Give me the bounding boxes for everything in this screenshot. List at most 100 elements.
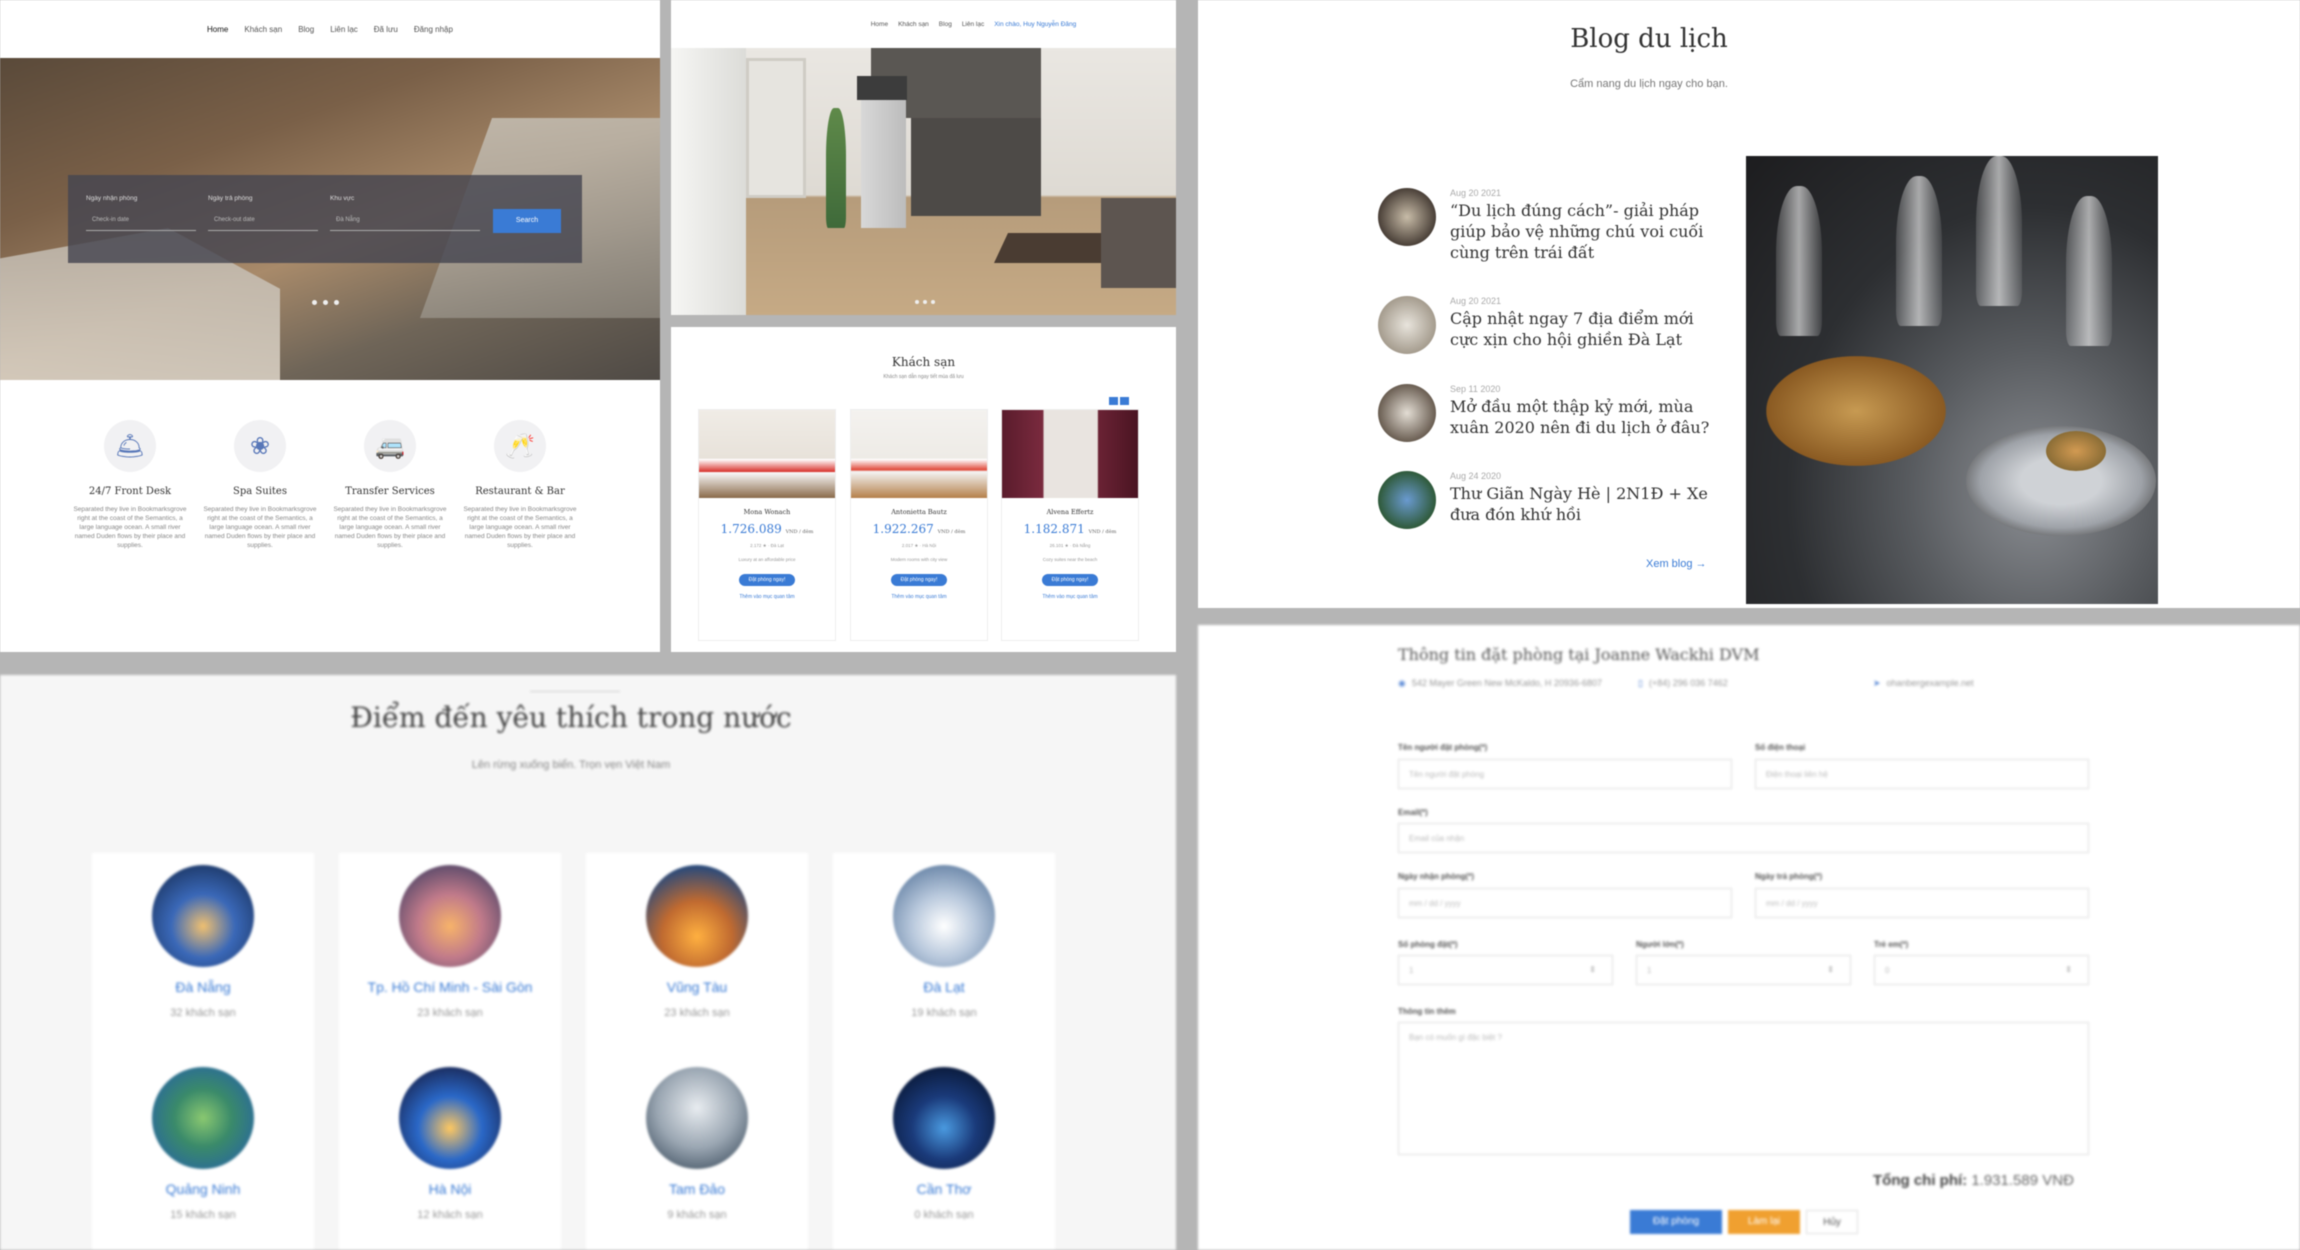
prev-arrow-icon — [1109, 397, 1118, 405]
nav-hotels[interactable]: Khách sạn — [244, 25, 282, 34]
nav-blog[interactable]: Blog — [939, 21, 952, 28]
destination-image — [893, 865, 995, 967]
nav-hotels[interactable]: Khách sạn — [898, 21, 929, 28]
search-button[interactable]: Search — [493, 209, 561, 233]
hotels-title: Khách sạn — [891, 355, 956, 369]
destinations-title: Điểm đến yêu thích trong nước — [350, 701, 792, 734]
total-cost: Tổng chi phí: 1.931.589 VNĐ — [1873, 1172, 2074, 1189]
checkin-label: Ngày nhận phòng — [86, 195, 138, 202]
nav-saved[interactable]: Đã lưu — [374, 25, 398, 34]
room-panel: Home Khách sạn Blog Liên lạc Xin chào, H… — [671, 0, 1176, 315]
nav-login[interactable]: Đăng nhập — [414, 25, 453, 34]
destination-card[interactable]: Đà Nẵng 32 khách sạn — [92, 865, 314, 1019]
area-select[interactable]: Đà Nẵng — [330, 211, 480, 231]
name-input[interactable]: Tên người đặt phòng — [1398, 759, 1732, 789]
nav-home[interactable]: Home — [871, 21, 888, 28]
book-now-button[interactable]: Đặt phòng ngay! — [890, 574, 948, 586]
carousel-arrows[interactable] — [1109, 397, 1129, 405]
blog-post[interactable]: Sep 11 2020 Mở đầu một thập kỷ mới, mùa … — [1378, 384, 1718, 442]
checkout-date-input[interactable]: mm / dd / yyyy — [1755, 888, 2089, 918]
blog-post[interactable]: Aug 20 2021 Cập nhật ngay 7 địa điểm mới… — [1378, 296, 1718, 354]
destination-card[interactable]: Đà Lạt 19 khách sạn — [833, 865, 1055, 1019]
booking-email: ➤ ohanbergexample.net — [1873, 678, 1974, 688]
room-image — [671, 48, 1176, 315]
destinations-subtitle: Lên rừng xuống biển. Trọn vẹn Việt Nam — [471, 759, 671, 771]
blog-post-title[interactable]: Mở đầu một thập kỷ mới, mùa xuân 2020 nê… — [1450, 396, 1718, 438]
booking-title: Thông tin đặt phòng tại Joanne Wackhi DV… — [1398, 645, 1760, 664]
hotel-card[interactable]: Antonietta Bautz 1.922.267 VND / đêm 2.0… — [850, 409, 988, 641]
title-divider — [530, 691, 620, 692]
home-nav: Home Khách sạn Blog Liên lạc Đã lưu Đăng… — [0, 0, 660, 58]
blog-thumbnail — [1378, 384, 1436, 442]
destination-card[interactable]: Tam Đảo 9 khách sạn — [586, 1067, 808, 1221]
nav-user-greeting[interactable]: Xin chào, Huy Nguyễn Đăng — [994, 21, 1076, 28]
phone-input[interactable]: Điện thoại liên hệ — [1755, 759, 2089, 789]
nav-contact[interactable]: Liên lạc — [962, 21, 984, 28]
destination-card[interactable]: Tp. Hồ Chí Minh - Sài Gòn 23 khách sạn — [339, 865, 561, 1019]
destination-image — [646, 1067, 748, 1169]
stepper-arrows-icon: ⇕ — [1827, 965, 1834, 974]
checkin-input[interactable]: Check-in date — [86, 211, 196, 231]
rooms-stepper[interactable]: 1 ⇕ — [1398, 955, 1613, 985]
blog-thumbnail — [1378, 188, 1436, 246]
destination-card[interactable]: Hà Nội 12 khách sạn — [339, 1067, 561, 1221]
spa-icon: ❀ — [234, 420, 286, 472]
email-input[interactable]: Email của nhận — [1398, 823, 2089, 853]
hotel-card[interactable]: Alvena Effertz 1.182.871 VND / đêm 26.10… — [1001, 409, 1139, 641]
destination-card[interactable]: Vũng Tàu 23 khách sạn — [586, 865, 808, 1019]
checkout-label: Ngày trả phòng — [208, 195, 253, 202]
stepper-arrows-icon: ⇕ — [1589, 965, 1596, 974]
checkout-input[interactable]: Check-out date — [208, 211, 318, 231]
blog-post-title[interactable]: Thư Giãn Ngày Hè | 2N1Đ + Xe đưa đón khứ… — [1450, 483, 1718, 525]
next-arrow-icon — [1120, 397, 1129, 405]
notes-textarea[interactable]: Bạn có muốn gì đặc biệt ? — [1398, 1022, 2089, 1155]
hotel-card[interactable]: Mona Wonach 1.726.089 VND / đêm 2.172 ★ … — [698, 409, 836, 641]
destination-card[interactable]: Quảng Ninh 15 khách sạn — [92, 1067, 314, 1221]
add-favorite-link[interactable]: Thêm vào mục quan tâm — [1002, 594, 1138, 600]
blog-post[interactable]: Aug 20 2021 “Du lịch đúng cách”- giải ph… — [1378, 188, 1718, 263]
destination-card[interactable]: Cần Thơ 0 khách sạn — [833, 1067, 1055, 1221]
blog-post-title[interactable]: Cập nhật ngay 7 địa điểm mới cực xịn cho… — [1450, 308, 1718, 350]
home-panel: Home Khách sạn Blog Liên lạc Đã lưu Đăng… — [0, 0, 660, 652]
blog-title: Blog du lịch — [1570, 24, 1728, 54]
nav-home[interactable]: Home — [207, 25, 228, 34]
book-now-button[interactable]: Đặt phòng ngay! — [1041, 574, 1099, 586]
location-icon: ◉ — [1398, 678, 1406, 688]
blog-feature-image — [1746, 156, 2158, 604]
destination-image — [152, 1067, 254, 1169]
checkin-date-input[interactable]: mm / dd / yyyy — [1398, 888, 1732, 918]
glasses-icon: 🥂 — [494, 420, 546, 472]
nav-blog[interactable]: Blog — [298, 25, 314, 34]
service-spa: ❀ Spa Suites Separated they live in Book… — [195, 420, 325, 550]
blog-post[interactable]: Aug 24 2020 Thư Giãn Ngày Hè | 2N1Đ + Xe… — [1378, 471, 1718, 529]
destination-image — [646, 865, 748, 967]
front-desk-icon: 🛎 — [104, 420, 156, 472]
destination-image — [399, 865, 501, 967]
add-favorite-link[interactable]: Thêm vào mục quan tâm — [699, 594, 835, 600]
nav-contact[interactable]: Liên lạc — [330, 25, 358, 34]
view-blog-link[interactable]: Xem blog → — [1646, 558, 1707, 570]
blog-thumbnail — [1378, 471, 1436, 529]
search-bar: Ngày nhận phòng Check-in date Ngày trả p… — [68, 175, 582, 263]
blog-panel: Blog du lịch Cẩm nang du lịch ngay cho b… — [1198, 0, 2300, 608]
car-icon: 🚐 — [364, 420, 416, 472]
hotels-subtitle: Khách sạn dẫn ngay tiết mùa đã lưu — [883, 374, 964, 380]
cancel-button[interactable]: Hủy — [1806, 1210, 1858, 1234]
hotel-image — [699, 410, 835, 498]
kids-stepper[interactable]: 0 ⇕ — [1874, 955, 2089, 985]
carousel-dots[interactable] — [915, 300, 935, 304]
booking-address: ◉ 542 Mayer Green New McKaldo, H 20936-68… — [1398, 678, 1602, 688]
submit-booking-button[interactable]: Đặt phòng — [1630, 1210, 1722, 1234]
booking-phone: ▯ (+84) 296 036 7462 — [1638, 678, 1728, 688]
booking-panel: Thông tin đặt phòng tại Joanne Wackhi DV… — [1198, 625, 2300, 1250]
service-transfer: 🚐 Transfer Services Separated they live … — [325, 420, 455, 550]
hotels-panel: Khách sạn Khách sạn dẫn ngay tiết mùa đã… — [671, 327, 1176, 652]
blog-post-title[interactable]: “Du lịch đúng cách”- giải pháp giúp bảo … — [1450, 200, 1718, 263]
adults-stepper[interactable]: 1 ⇕ — [1636, 955, 1851, 985]
add-favorite-link[interactable]: Thêm vào mục quan tâm — [851, 594, 987, 600]
blog-thumbnail — [1378, 296, 1436, 354]
carousel-dots[interactable] — [312, 300, 339, 305]
book-now-button[interactable]: Đặt phòng ngay! — [738, 574, 796, 586]
hotel-image — [1002, 410, 1138, 498]
reset-button[interactable]: Làm lại — [1728, 1210, 1800, 1234]
